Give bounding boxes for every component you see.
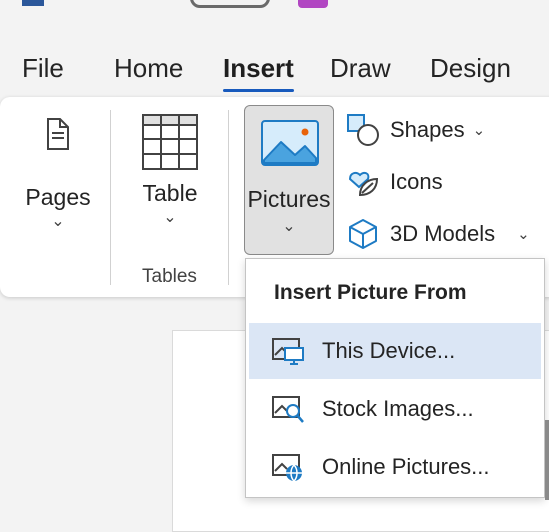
tab-home[interactable]: Home [114,48,183,88]
shapes-button[interactable]: Shapes ⌄ [346,110,485,150]
chevron-down-icon: ⌄ [163,209,177,226]
menu-item-this-device[interactable]: This Device... [249,323,541,379]
group-divider [110,110,111,285]
table-icon [142,114,198,170]
icons-label: Icons [390,169,443,194]
menu-title: Insert Picture From [274,281,467,304]
pages-label: Pages [25,184,91,210]
menu-item-label: Online Pictures... [322,454,490,479]
ribbon-tabs: File Home Insert Draw Design [0,48,549,92]
tab-design[interactable]: Design [430,48,511,88]
loop-icon[interactable] [298,0,328,8]
pictures-label: Pictures [247,186,331,212]
insert-picture-menu: Insert Picture From This Device... Stock… [245,258,545,498]
group-divider [228,110,229,285]
tab-file[interactable]: File [22,48,64,88]
3d-models-label: 3D Models [390,221,496,246]
menu-item-label: Stock Images... [322,396,474,421]
chevron-down-icon: ⌄ [472,122,486,139]
pages-icon [47,118,69,150]
online-pictures-icon [272,454,302,483]
table-button[interactable]: Table ⌄ [132,114,208,227]
pages-button[interactable]: Pages ⌄ [22,118,94,231]
tables-group-label: Tables [142,266,197,287]
chevron-down-icon: ⌄ [282,218,296,235]
icons-icon [348,171,379,197]
shapes-label: Shapes [390,117,465,142]
pictures-icon [261,120,319,166]
shapes-icon [347,114,379,146]
stock-images-icon [272,396,304,423]
scrollbar[interactable] [545,420,549,500]
tab-draw[interactable]: Draw [330,48,391,88]
app-logo [22,0,44,6]
table-label: Table [142,180,198,206]
menu-item-label: This Device... [322,338,456,363]
title-bar-sliver [0,0,549,10]
tab-insert[interactable]: Insert [223,48,294,92]
chevron-down-icon: ⌄ [51,213,65,230]
pictures-button[interactable]: Pictures ⌄ [244,105,334,255]
3d-models-button[interactable]: 3D Models ⌄ [346,214,530,254]
autosave-toggle[interactable] [190,0,270,8]
chevron-down-icon: ⌄ [517,226,530,243]
device-picture-icon [272,338,304,365]
menu-item-stock-images[interactable]: Stock Images... [249,381,541,437]
icons-button[interactable]: Icons [346,162,443,202]
cube-icon [349,219,377,249]
menu-item-online-pictures[interactable]: Online Pictures... [249,439,541,495]
